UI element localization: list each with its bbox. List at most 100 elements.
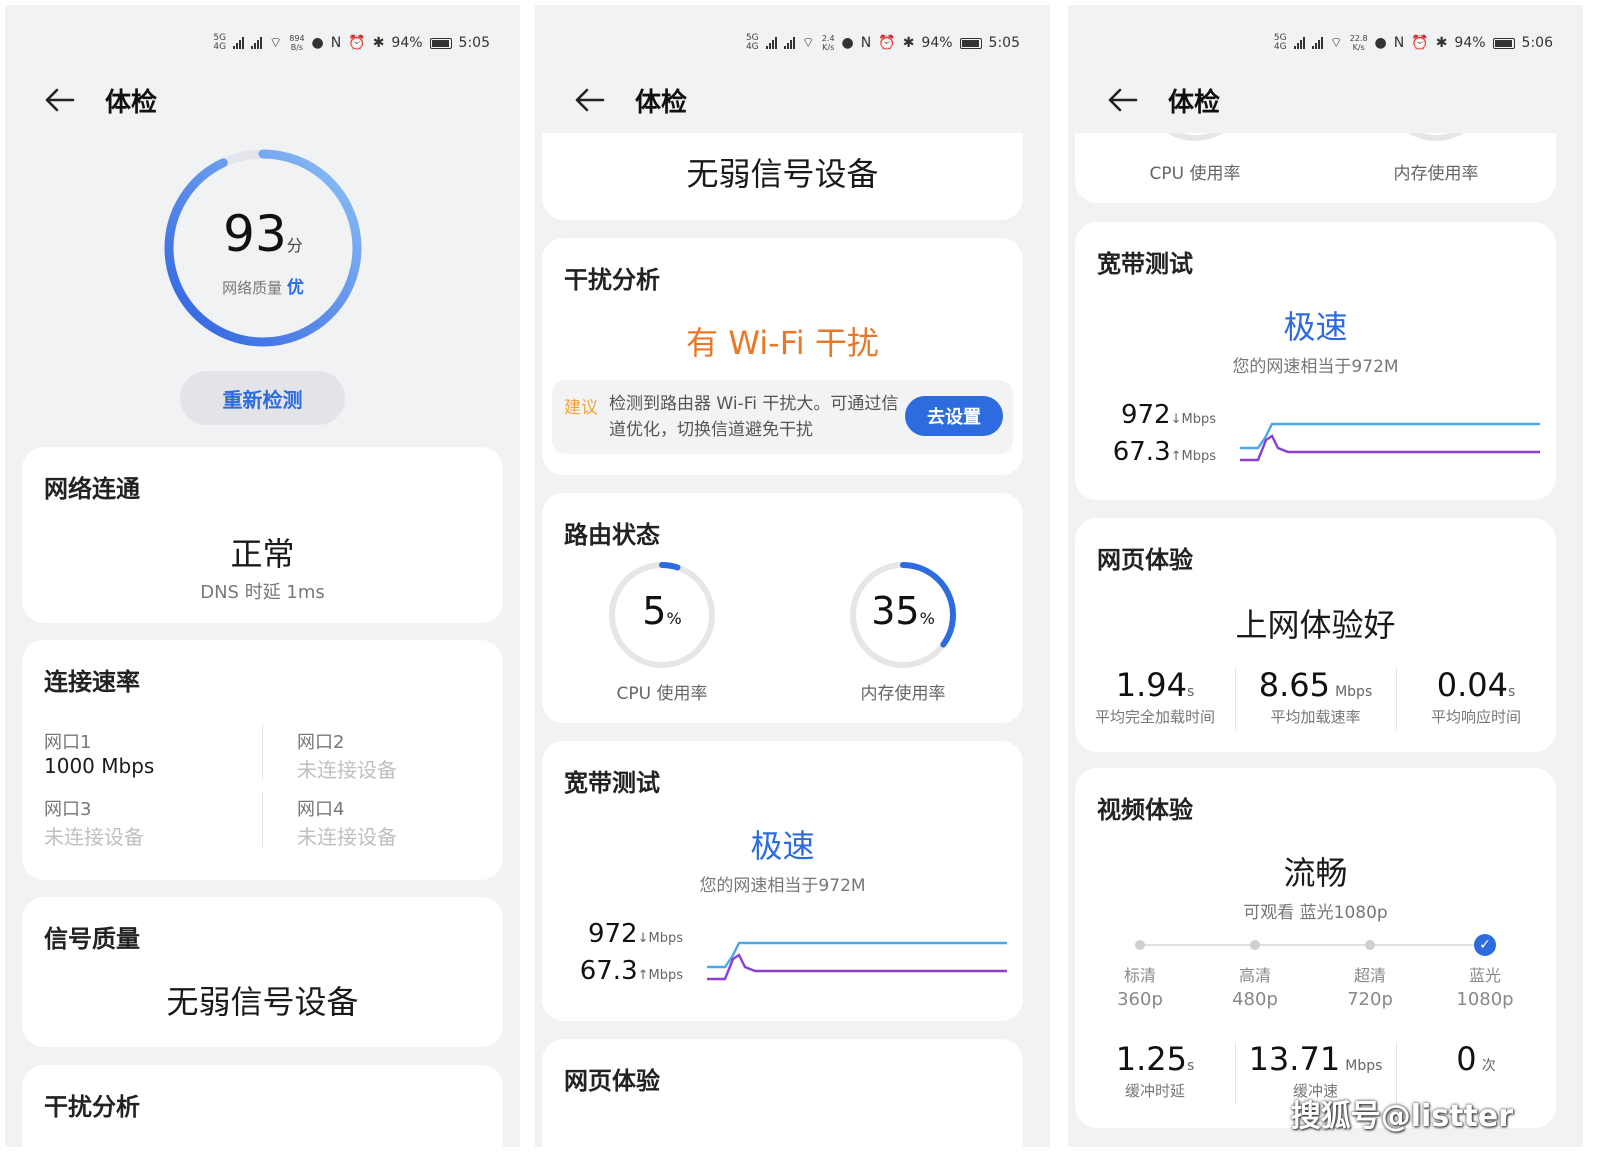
battery-percent: 94% xyxy=(921,35,953,51)
port-3-name: 网口3 xyxy=(44,799,92,820)
net-speed: 22.8 K/s xyxy=(1349,34,1368,52)
battery-icon xyxy=(959,37,982,49)
memory-label: 内存使用率 xyxy=(1393,164,1479,184)
status-bar: 5G 4G ⌔ 22.8 K/s ● N ⏰ ✱ 94% 5:06 xyxy=(1274,31,1553,55)
sim-indicator: 5G 4G xyxy=(213,33,227,52)
card-title: 网络连通 xyxy=(44,475,140,503)
port-2-value: 未连接设备 xyxy=(297,758,397,782)
panel-details: 无弱信号设备 5G 4G ⌔ 2.4 K/s ● N ⏰ ✱ 94% 5:05 体检… xyxy=(535,5,1050,1147)
port-3-value: 未连接设备 xyxy=(44,825,144,849)
card-network: 网络连通 正常 DNS 时延 1ms xyxy=(22,447,503,623)
quality-dot-480 xyxy=(1250,940,1260,950)
video-status: 流畅 xyxy=(1283,854,1348,892)
card-interference: 干扰分析 有 Wi-Fi 干扰 建议 检测到路由器 Wi-Fi 干扰大。可通过信… xyxy=(542,238,1023,475)
card-router: 路由状态 5% CPU 使用率 35% 内存使用率 xyxy=(542,493,1023,723)
download-speed: 972↓Mbps xyxy=(1120,400,1216,430)
signal-bars-icon xyxy=(783,37,795,49)
port-4-value: 未连接设备 xyxy=(297,825,397,849)
signal-bars-icon xyxy=(1311,37,1323,49)
wechat-icon: ● xyxy=(841,35,854,51)
back-arrow-icon[interactable] xyxy=(1106,85,1140,115)
panel-experience: CPU 使用率 内存使用率 5G 4G ⌔ 22.8 K/s ● N ⏰ ✱ 94%… xyxy=(1068,5,1583,1147)
card-title: 信号质量 xyxy=(44,925,140,953)
web-metric-load-rate: 8.65 Mbps 平均加载速率 xyxy=(1258,666,1373,726)
memory-value: 35% xyxy=(871,589,935,633)
clock: 5:05 xyxy=(458,35,490,51)
battery-percent: 94% xyxy=(391,35,423,51)
web-metric-load-time: 1.94s 平均完全加载时间 xyxy=(1094,666,1215,726)
back-arrow-icon[interactable] xyxy=(43,85,77,115)
go-settings-button[interactable]: 去设置 xyxy=(905,396,1003,436)
card-broadband: 宽带测试 极速 您的网速相当于972M 972↓Mbps 67.3↑Mbps xyxy=(542,741,1023,1021)
page-title: 体检 xyxy=(105,87,158,118)
clock: 5:06 xyxy=(1521,35,1553,51)
upload-line xyxy=(1240,434,1540,462)
wechat-icon: ● xyxy=(1374,35,1387,51)
speed-graph xyxy=(707,941,1007,981)
dns-latency: DNS 时延 1ms xyxy=(200,582,325,603)
broadband-status: 极速 xyxy=(1283,308,1348,346)
nfc-icon: N xyxy=(860,35,872,51)
wifi-icon: ⌔ xyxy=(1329,35,1343,51)
wifi-icon: ⌔ xyxy=(269,35,283,51)
sim-indicator: 5G 4G xyxy=(1273,33,1287,52)
card-title: 宽带测试 xyxy=(564,769,660,797)
signal-status: 无弱信号设备 xyxy=(686,155,879,193)
interference-status: 有 Wi-Fi 干扰 xyxy=(686,324,879,362)
upload-speed: 67.3↑Mbps xyxy=(1112,437,1216,467)
upload-line xyxy=(707,953,1007,981)
port-1-name: 网口1 xyxy=(44,732,92,753)
port-2-name: 网口2 xyxy=(297,732,345,753)
download-line xyxy=(1240,422,1540,450)
recheck-button[interactable]: 重新检测 xyxy=(180,371,345,425)
network-status: 正常 xyxy=(230,535,295,573)
card-title: 干扰分析 xyxy=(564,266,660,294)
net-speed: 2.4 K/s xyxy=(821,34,835,52)
quality-label-1080: 蓝光 1080p xyxy=(1456,966,1514,1010)
advice-box: 建议 检测到路由器 Wi-Fi 干扰大。可通过信道优化，切换信道避免干扰 去设置 xyxy=(552,380,1013,454)
card-web: 网页体验 xyxy=(542,1039,1023,1147)
signal-bars-icon xyxy=(1293,37,1305,49)
card-web: 网页体验 上网体验好 1.94s 平均完全加载时间 8.65 Mbps 平均加载… xyxy=(1075,518,1556,752)
bluetooth-icon: ✱ xyxy=(372,35,385,51)
card-title: 宽带测试 xyxy=(1097,250,1193,278)
speed-graph xyxy=(1240,422,1540,462)
back-arrow-icon[interactable] xyxy=(573,85,607,115)
port-4-name: 网口4 xyxy=(297,799,345,820)
score-value: 93分 xyxy=(223,205,303,263)
broadband-desc: 您的网速相当于972M xyxy=(1232,357,1399,377)
app-bar: 体检 xyxy=(43,75,157,125)
bluetooth-icon: ✱ xyxy=(902,35,915,51)
card-title: 网页体验 xyxy=(564,1067,660,1095)
download-line xyxy=(707,941,1007,969)
battery-percent: 94% xyxy=(1454,35,1486,51)
signal-bars-icon xyxy=(765,37,777,49)
app-bar: 体检 xyxy=(573,75,687,125)
app-bar: 体检 xyxy=(1106,75,1220,125)
panel-overview: 5G 4G ⌔ 894 B/s ● N ⏰ ✱ 94% 5:05 体检 93分 网络… xyxy=(5,5,520,1147)
page-title: 体检 xyxy=(635,87,688,118)
quality-check-icon: ✓ xyxy=(1474,934,1496,956)
battery-icon xyxy=(1492,37,1515,49)
clock: 5:05 xyxy=(988,35,1020,51)
sim-indicator: 5G 4G xyxy=(745,33,759,52)
broadband-desc: 您的网速相当于972M xyxy=(699,876,866,896)
video-metric-stalls: 0 次 xyxy=(1456,1040,1496,1078)
nfc-icon: N xyxy=(330,35,342,51)
cpu-label: CPU 使用率 xyxy=(1149,164,1241,184)
advice-tag: 建议 xyxy=(564,398,598,418)
broadband-status: 极速 xyxy=(750,827,815,865)
card-broadband: 宽带测试 极速 您的网速相当于972M 972↓Mbps 67.3↑Mbps xyxy=(1075,222,1556,500)
quality-dot-720 xyxy=(1365,940,1375,950)
quality-track xyxy=(1140,944,1485,946)
card-title: 干扰分析 xyxy=(44,1093,140,1121)
alarm-icon: ⏰ xyxy=(1411,35,1429,51)
net-speed: 894 B/s xyxy=(289,34,305,52)
card-title: 路由状态 xyxy=(564,521,660,549)
card-link-rate: 连接速率 网口1 1000 Mbps 网口2 未连接设备 网口3 未连接设备 网… xyxy=(22,640,503,880)
quality-label-720: 超清 720p xyxy=(1347,966,1393,1010)
cpu-label: CPU 使用率 xyxy=(616,684,708,704)
cpu-value: 5% xyxy=(642,589,682,633)
video-desc: 可观看 蓝光1080p xyxy=(1243,903,1388,923)
status-bar: 5G 4G ⌔ 894 B/s ● N ⏰ ✱ 94% 5:05 xyxy=(213,31,490,55)
